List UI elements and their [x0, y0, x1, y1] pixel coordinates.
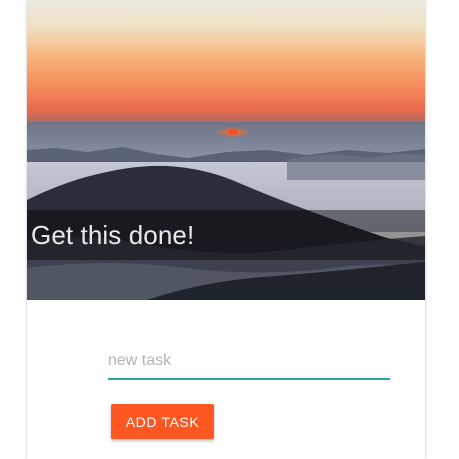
- page-title: Get this done!: [31, 220, 195, 250]
- title-bar: Get this done!: [27, 210, 425, 260]
- new-task-input[interactable]: [108, 344, 390, 380]
- hero-image: Get this done!: [27, 0, 425, 300]
- add-task-button[interactable]: ADD TASK: [111, 404, 214, 439]
- todo-card: Get this done! ADD TASK: [27, 0, 425, 459]
